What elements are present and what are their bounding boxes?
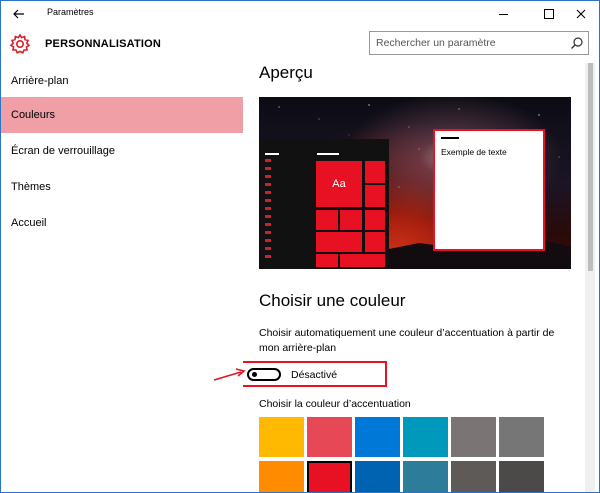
auto-accent-description: Choisir automatiquement une couleur d’ac… xyxy=(259,327,555,354)
toggle-state-label: Désactivé xyxy=(291,369,338,381)
preview-tile xyxy=(316,232,362,252)
accent-color-label: Choisir la couleur d’accentuation xyxy=(259,398,411,410)
page-title: PERSONNALISATION xyxy=(45,38,162,50)
sidebar-item-couleurs[interactable]: Couleurs xyxy=(1,97,243,133)
main-content: Aperçu Aa Exemple de texte Choisir une c… xyxy=(243,63,581,492)
color-swatch[interactable] xyxy=(259,461,304,492)
search-box[interactable] xyxy=(369,31,589,55)
color-swatch[interactable] xyxy=(499,417,544,457)
theme-preview: Aa Exemple de texte xyxy=(259,97,571,269)
preview-tile xyxy=(316,210,338,230)
accent-tile: Aa xyxy=(316,161,362,207)
title-bar: Paramètres xyxy=(1,1,599,27)
color-swatch[interactable] xyxy=(307,461,352,492)
color-swatch[interactable] xyxy=(403,461,448,492)
minimize-icon xyxy=(498,13,508,15)
preview-tile xyxy=(365,185,385,207)
window-title: Paramètres xyxy=(47,7,94,17)
preview-tile xyxy=(316,254,338,267)
color-swatch[interactable] xyxy=(307,417,352,457)
toggle-highlight-box: Désactivé xyxy=(243,361,387,387)
close-icon xyxy=(576,9,586,19)
choose-color-heading: Choisir une couleur xyxy=(259,291,406,310)
gear-icon xyxy=(9,33,31,54)
color-swatch[interactable] xyxy=(499,461,544,492)
maximize-button[interactable] xyxy=(533,1,565,27)
toggle-knob xyxy=(252,372,257,377)
arrow-left-icon xyxy=(13,9,24,19)
preview-tile xyxy=(365,232,385,252)
sample-text: Exemple de texte xyxy=(441,147,507,157)
page-header: PERSONNALISATION xyxy=(1,27,599,63)
color-swatch[interactable] xyxy=(403,417,448,457)
search-input[interactable] xyxy=(376,36,566,50)
back-button[interactable] xyxy=(1,1,37,27)
color-swatch[interactable] xyxy=(451,461,496,492)
maximize-icon xyxy=(544,9,554,19)
close-button[interactable] xyxy=(565,1,597,27)
sidebar-item-arriere-plan[interactable]: Arrière-plan xyxy=(1,63,243,99)
content-scrollbar[interactable] xyxy=(585,63,595,492)
preview-tile xyxy=(340,210,362,230)
sidebar: Arrière-plan Couleurs Écran de verrouill… xyxy=(1,63,243,492)
preview-tile xyxy=(365,161,385,183)
start-menu-preview: Aa xyxy=(259,139,389,269)
preview-heading: Aperçu xyxy=(259,63,313,82)
color-swatch[interactable] xyxy=(355,417,400,457)
sidebar-item-ecran-de-verrouillage[interactable]: Écran de verrouillage xyxy=(1,133,243,169)
color-swatch[interactable] xyxy=(451,417,496,457)
preview-tile xyxy=(365,210,385,230)
start-menu-list xyxy=(265,159,271,263)
accent-color-grid xyxy=(259,417,559,492)
preview-tile xyxy=(340,254,385,267)
auto-accent-toggle[interactable] xyxy=(247,368,281,381)
sidebar-item-accueil[interactable]: Accueil xyxy=(1,205,243,241)
annotation-arrow-icon xyxy=(213,368,246,381)
search-icon[interactable] xyxy=(570,36,584,50)
scrollbar-thumb[interactable] xyxy=(588,63,593,271)
color-swatch[interactable] xyxy=(259,417,304,457)
color-swatch[interactable] xyxy=(355,461,400,492)
window-preview: Exemple de texte xyxy=(433,129,545,251)
sidebar-item-themes[interactable]: Thèmes xyxy=(1,169,243,205)
minimize-button[interactable] xyxy=(487,1,519,27)
settings-window: Paramètres PERSONNALISATION Rechercher u… xyxy=(0,0,600,493)
